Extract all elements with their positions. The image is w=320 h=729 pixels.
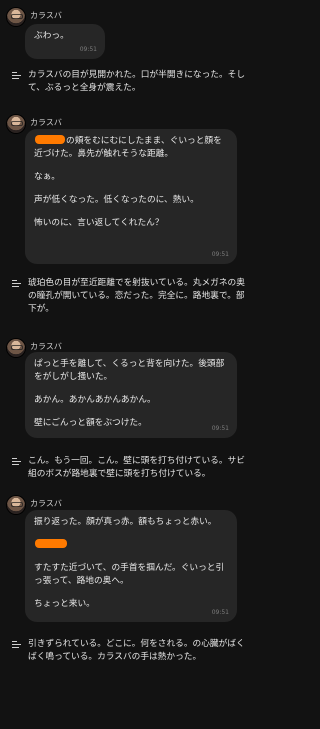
message-bubble: ぱっと手を離して、くるっと背を向けた。後頭部をがしがし掻いた。 あかん。あかんあ…: [25, 352, 237, 438]
speaker-avatar[interactable]: [7, 496, 25, 514]
message-time: 09:51: [211, 609, 229, 616]
narration-block: こん。もう一回。こん。壁に頭を打ち付けている。サビ組のボスが路地裏で壁に頭を打ち…: [12, 455, 248, 481]
message-text: 振り返った。顔が真っ赤。額もちょっと赤い。: [34, 517, 217, 527]
narration-block: カラスバの目が見開かれた。口が半開きになった。そして、ぶるっと全身が震えた。: [12, 69, 248, 95]
message-time: 09:51: [211, 251, 229, 258]
message-text: 怖いのに、言い返してくれたん？: [34, 218, 164, 228]
message-bubble: ぶわっ。 09:51: [25, 24, 105, 59]
message-text: ちょっと来い。: [34, 599, 95, 609]
message-time: 09:51: [211, 425, 229, 432]
redaction-line: [34, 539, 228, 552]
message-text: すたすた近づいて、の手首を掴んだ。ぐいっと引っ張って、路地の奥へ。: [34, 563, 225, 586]
message-text: ぶわっ。: [34, 31, 69, 41]
speaker-avatar[interactable]: [7, 115, 25, 133]
narration-block: 引きずられている。どこに。何をされる。の心臓がばくばく鳴っている。カラスバの手は…: [12, 638, 248, 664]
narration-icon: [12, 641, 21, 648]
redaction-mark: [35, 135, 65, 144]
message-text: の頬をむにむにしたまま、ぐいっと顔を近づけた。鼻先が触れそうな距離。: [34, 135, 222, 159]
narration-text: 琥珀色の目が至近距離でを射抜いている。丸メガネの奥の瞳孔が開いている。恋だった。…: [28, 278, 245, 314]
narration-icon: [12, 280, 21, 287]
narration-text: 引きずられている。どこに。何をされる。の心臓がばくばく鳴っている。カラスバの手は…: [28, 639, 245, 662]
speaker-name: カラスバ: [30, 342, 62, 351]
message-text: 声が低くなった。低くなったのに、熱い。: [34, 195, 199, 205]
message-bubble: の頬をむにむにしたまま、ぐいっと顔を近づけた。鼻先が触れそうな距離。 なぁ。 声…: [25, 129, 237, 264]
message-text: なぁ。: [34, 172, 60, 182]
speaker-avatar[interactable]: [7, 8, 25, 26]
narration-text: こん。もう一回。こん。壁に頭を打ち付けている。サビ組のボスが路地裏で壁に頭を打ち…: [28, 456, 245, 479]
message-text: あかん。あかんあかんあかん。: [34, 395, 156, 405]
message-text: 壁にごんっと額をぶつけた。: [34, 418, 147, 428]
speaker-name: カラスバ: [30, 11, 62, 20]
narration-text: カラスバの目が見開かれた。口が半開きになった。そして、ぶるっと全身が震えた。: [28, 70, 246, 93]
speaker-avatar[interactable]: [7, 339, 25, 357]
narration-block: 琥珀色の目が至近距離でを射抜いている。丸メガネの奥の瞳孔が開いている。恋だった。…: [12, 277, 248, 316]
redaction-mark: [35, 539, 67, 548]
narration-icon: [12, 458, 21, 465]
message-time: 09:51: [79, 46, 97, 53]
message-text: ぱっと手を離して、くるっと背を向けた。後頭部をがしがし掻いた。: [34, 359, 225, 382]
speaker-name: カラスバ: [30, 118, 62, 127]
narration-icon: [12, 72, 21, 79]
speaker-name: カラスバ: [30, 499, 62, 508]
message-bubble: 振り返った。顔が真っ赤。額もちょっと赤い。 すたすた近づいて、の手首を掴んだ。ぐ…: [25, 510, 237, 622]
